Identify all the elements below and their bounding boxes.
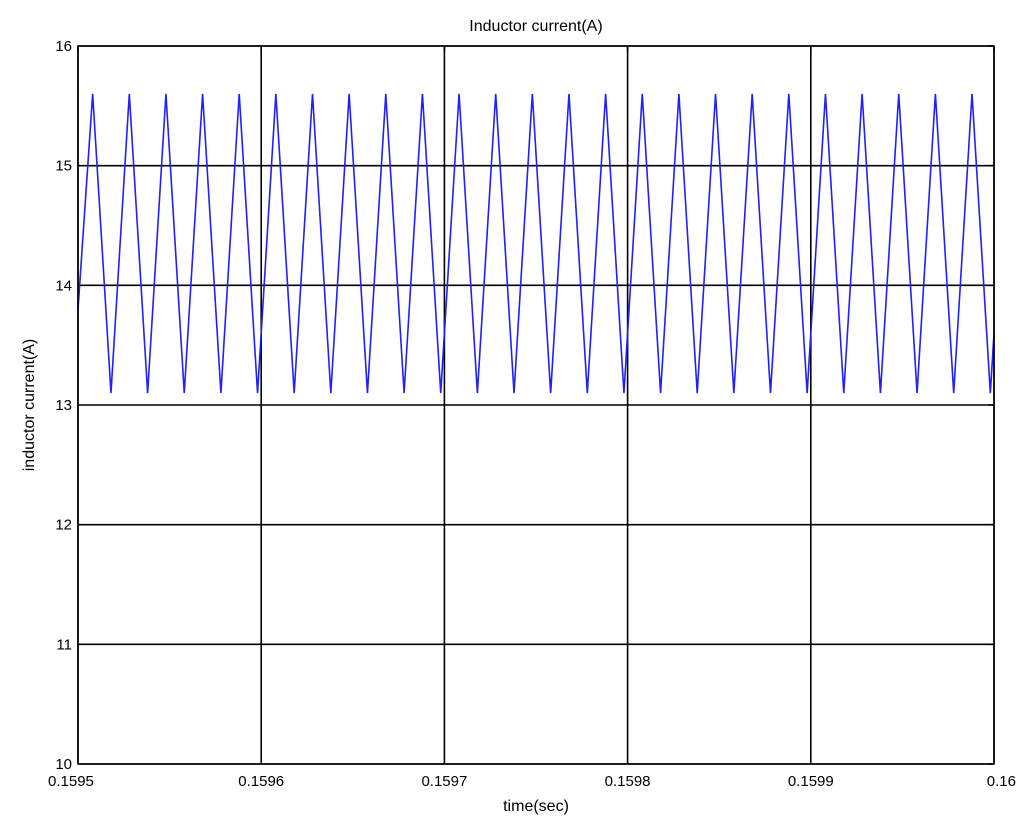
- series-line-0: [77, 93, 995, 394]
- y-tick-label: 15: [55, 158, 72, 175]
- series-layer: [77, 93, 995, 394]
- x-tick-label: 0.1596: [238, 773, 284, 790]
- x-tick-label: 0.1598: [605, 773, 651, 790]
- chart-title: Inductor current(A): [469, 18, 602, 35]
- x-axis-label: time(sec): [503, 798, 569, 815]
- y-tick-label: 14: [55, 277, 72, 294]
- x-tick-label: 0.1599: [788, 773, 834, 790]
- x-tick-label: 0.1597: [421, 773, 467, 790]
- y-tick-label: 11: [56, 636, 72, 653]
- y-tick-label: 10: [55, 756, 72, 773]
- y-tick-label: 13: [55, 397, 72, 414]
- y-tick-label: 16: [55, 38, 72, 55]
- x-tick-label: 0.1595: [48, 773, 94, 790]
- y-tick-label: 12: [55, 517, 72, 534]
- x-axis: 0.1595 0.1596 0.1597 0.1598 0.1599 0.16: [48, 46, 1016, 790]
- x-tick-label: 0.16: [987, 773, 1016, 790]
- y-axis-label: inductor current(A): [21, 339, 38, 472]
- chart: Inductor current(A) 0.1595 0.1596 0.1597 0.…: [21, 18, 1016, 815]
